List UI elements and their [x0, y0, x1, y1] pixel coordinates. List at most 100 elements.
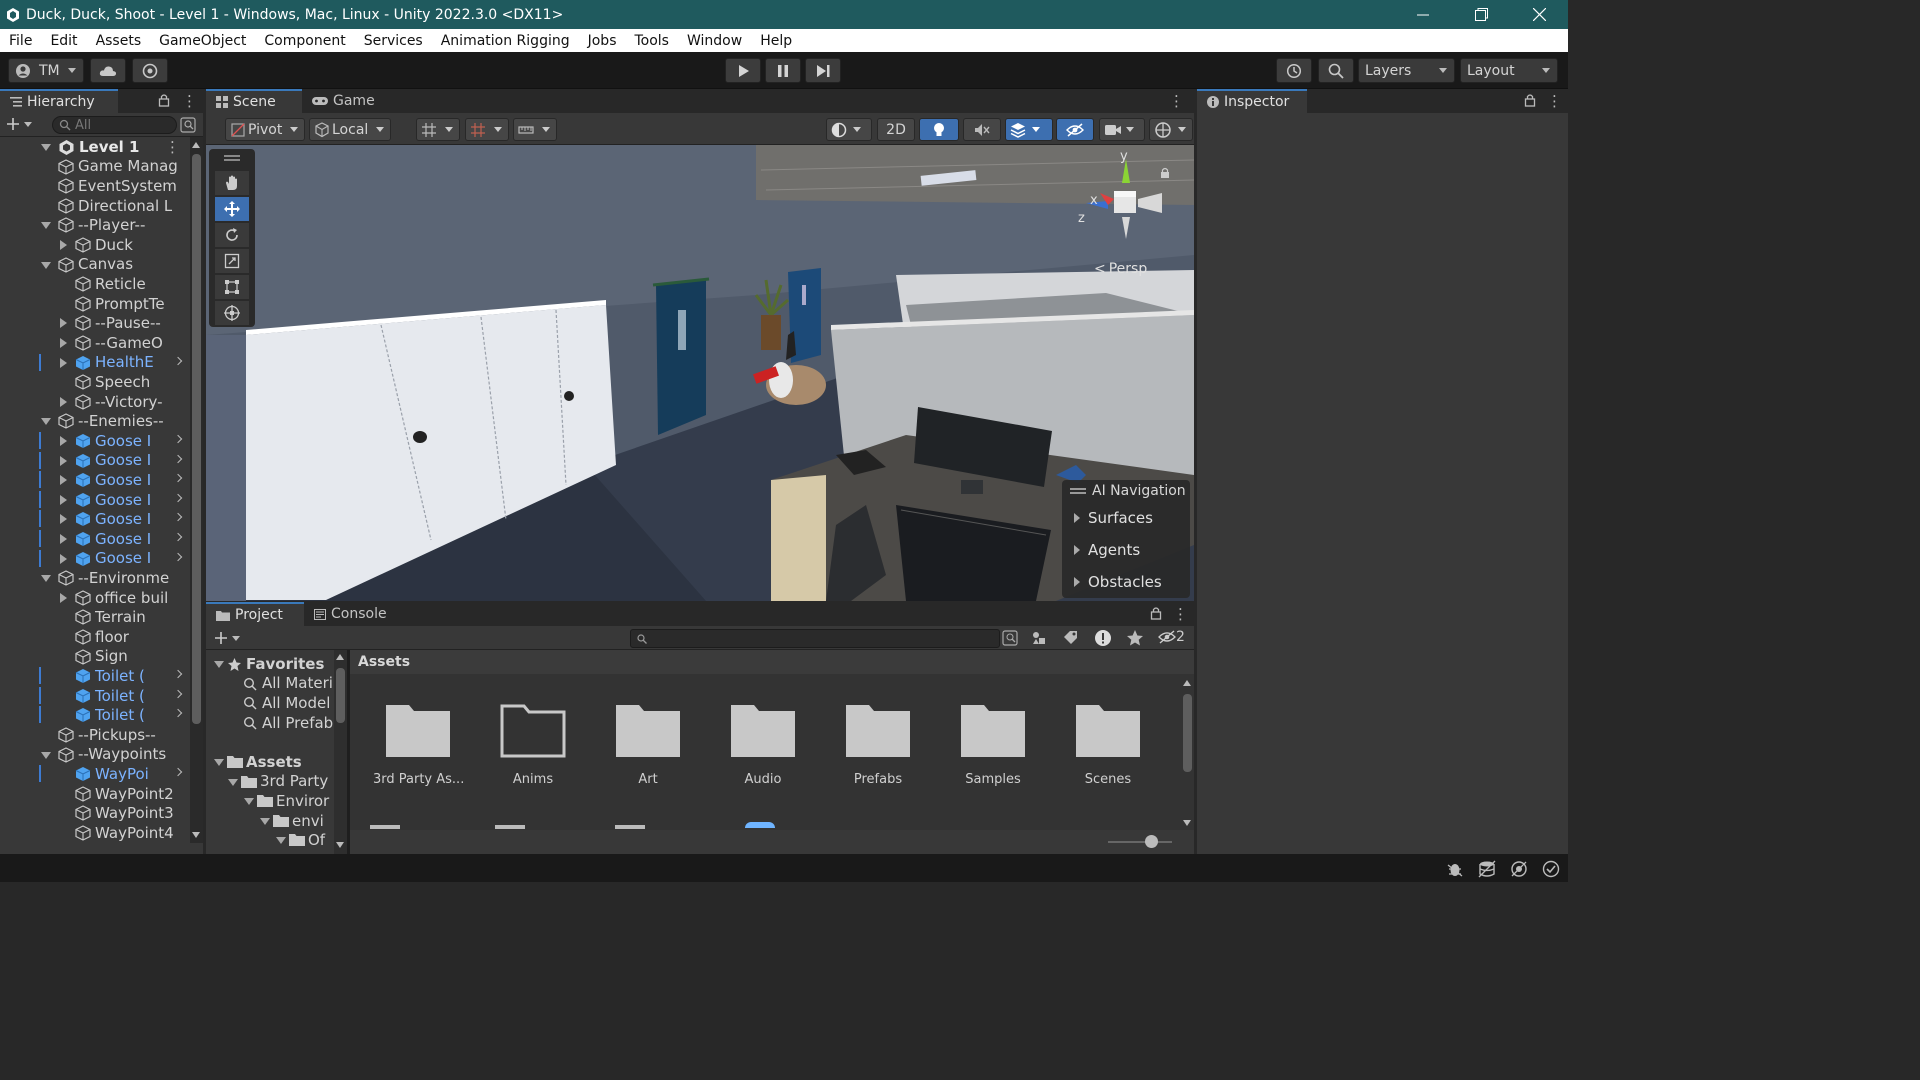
scroll-up-icon[interactable] [192, 142, 200, 148]
hierarchy-item[interactable]: --Victory- [0, 392, 190, 412]
expand-arrow-icon[interactable] [41, 751, 51, 759]
play-button[interactable] [725, 58, 761, 83]
chevron-right-icon[interactable] [173, 767, 183, 777]
scale-tool-button[interactable] [215, 249, 249, 273]
expand-arrow-icon[interactable] [41, 222, 51, 230]
layout-dropdown[interactable]: Layout [1460, 58, 1558, 83]
gizmos-dropdown[interactable] [1149, 118, 1193, 141]
auto-generate-lighting-icon[interactable] [1510, 860, 1528, 878]
drag-handle-icon[interactable] [224, 155, 240, 157]
asset-folder[interactable]: Prefabs [833, 702, 923, 787]
expand-arrow-icon[interactable] [41, 144, 51, 151]
restore-button[interactable] [1452, 0, 1510, 29]
menu-services[interactable]: Services [355, 33, 432, 49]
increment-snap-button[interactable] [465, 118, 509, 141]
slider-thumb[interactable] [1145, 835, 1158, 848]
hierarchy-item[interactable]: EventSystem [0, 176, 190, 196]
project-tree-item[interactable]: 3rd Party [206, 772, 334, 792]
hierarchy-item[interactable]: --Player-- [0, 215, 190, 235]
hierarchy-item[interactable]: --Waypoints [0, 745, 190, 765]
cloud-button[interactable] [90, 58, 126, 83]
draw-mode-dropdown[interactable] [826, 118, 872, 141]
layers-dropdown[interactable]: Layers [1358, 58, 1455, 83]
hierarchy-item[interactable]: Goose I [0, 431, 190, 451]
hierarchy-item[interactable]: Goose I [0, 529, 190, 549]
2d-toggle[interactable]: 2D [877, 118, 915, 141]
audio-toggle[interactable] [963, 118, 1001, 141]
tab-console[interactable]: Console [304, 602, 397, 626]
collapse-arrow-icon[interactable] [60, 338, 67, 348]
effects-dropdown[interactable] [1005, 118, 1053, 141]
favorite-star-icon[interactable] [1126, 629, 1144, 647]
hierarchy-item[interactable]: Directional L [0, 196, 190, 216]
pivot-dropdown[interactable]: Pivot [225, 118, 305, 141]
asset-scrollbar[interactable] [1181, 678, 1194, 828]
hierarchy-item[interactable]: --Pickups-- [0, 725, 190, 745]
project-tree-item[interactable]: envi [206, 811, 334, 831]
collapse-arrow-icon[interactable] [60, 436, 67, 446]
kebab-menu-icon[interactable]: ⋮ [182, 92, 197, 110]
project-tree-item[interactable]: All Model [206, 693, 334, 713]
hierarchy-item[interactable]: Game Manag [0, 157, 190, 177]
asset-folder[interactable]: Samples [948, 702, 1038, 787]
asset-folder[interactable]: Anims [488, 702, 578, 787]
history-button[interactable] [1276, 58, 1312, 83]
hierarchy-item[interactable]: Reticle [0, 274, 190, 294]
scene-visibility-toggle[interactable] [1056, 118, 1094, 141]
account-dropdown[interactable]: TM [8, 58, 84, 83]
transform-tool-button[interactable] [215, 301, 249, 325]
scroll-up-icon[interactable] [1183, 680, 1191, 686]
expand-arrow-icon[interactable] [276, 837, 286, 845]
hierarchy-item[interactable]: PromptTe [0, 294, 190, 314]
scroll-up-icon[interactable] [336, 654, 344, 660]
kebab-menu-icon[interactable]: ⋮ [1547, 92, 1562, 110]
menu-assets[interactable]: Assets [87, 33, 151, 49]
cache-server-icon[interactable] [1478, 860, 1496, 878]
hierarchy-item[interactable]: office buil [0, 588, 190, 608]
menu-animation-rigging[interactable]: Animation Rigging [432, 33, 579, 49]
scene-search-toggle-icon[interactable] [180, 117, 196, 133]
debug-bug-icon[interactable] [1446, 860, 1464, 878]
hierarchy-item[interactable]: Toilet ( [0, 686, 190, 706]
chevron-right-icon[interactable] [173, 709, 183, 718]
chevron-right-icon[interactable] [173, 532, 183, 542]
scene-viewport[interactable]: y x z < Persp AI Navigation Surfaces Age… [206, 145, 1194, 601]
check-circle-icon[interactable] [1542, 860, 1560, 878]
project-search-input[interactable] [630, 629, 1000, 648]
expand-arrow-icon[interactable] [214, 759, 224, 766]
chevron-right-icon[interactable] [173, 434, 183, 444]
kebab-menu-icon[interactable]: ⋮ [1169, 92, 1184, 110]
expand-arrow-icon[interactable] [41, 575, 51, 583]
hierarchy-item[interactable]: Canvas [0, 255, 190, 275]
hierarchy-item[interactable]: WayPoint4 [0, 823, 190, 843]
lighting-toggle[interactable] [919, 118, 959, 141]
hierarchy-item[interactable]: Duck [0, 235, 190, 255]
menu-tools[interactable]: Tools [625, 33, 678, 49]
menu-component[interactable]: Component [255, 33, 354, 49]
move-tool-button[interactable] [215, 197, 249, 221]
collapse-arrow-icon[interactable] [60, 494, 67, 505]
project-tree-item[interactable]: All Materi [206, 674, 334, 694]
menu-file[interactable]: File [0, 33, 41, 49]
local-dropdown[interactable]: Local [309, 118, 391, 141]
log-types-icon[interactable] [1094, 629, 1112, 647]
scrollbar-thumb[interactable] [1183, 694, 1192, 772]
hierarchy-item[interactable]: Goose I [0, 451, 190, 471]
rotate-tool-button[interactable] [215, 223, 249, 247]
hierarchy-item[interactable]: WayPoint2 [0, 784, 190, 804]
collab-button[interactable] [132, 58, 168, 83]
kebab-menu-icon[interactable]: ⋮ [165, 138, 180, 156]
tab-scene[interactable]: Scene [206, 89, 302, 113]
hierarchy-item[interactable]: floor [0, 627, 190, 647]
menu-window[interactable]: Window [678, 33, 751, 49]
scene-row[interactable]: Level 1 ⋮ [0, 137, 190, 157]
hierarchy-item[interactable]: --Pause-- [0, 313, 190, 333]
project-tree-item[interactable]: All Prefab [206, 713, 334, 733]
asset-folder[interactable]: Audio [718, 702, 808, 787]
scroll-down-icon[interactable] [1183, 820, 1191, 826]
orientation-gizmo[interactable]: y x z [1078, 149, 1168, 245]
collapse-arrow-icon[interactable] [60, 455, 67, 466]
hierarchy-item[interactable]: Speech [0, 372, 190, 392]
scroll-down-icon[interactable] [336, 842, 344, 848]
menu-jobs[interactable]: Jobs [579, 33, 626, 49]
